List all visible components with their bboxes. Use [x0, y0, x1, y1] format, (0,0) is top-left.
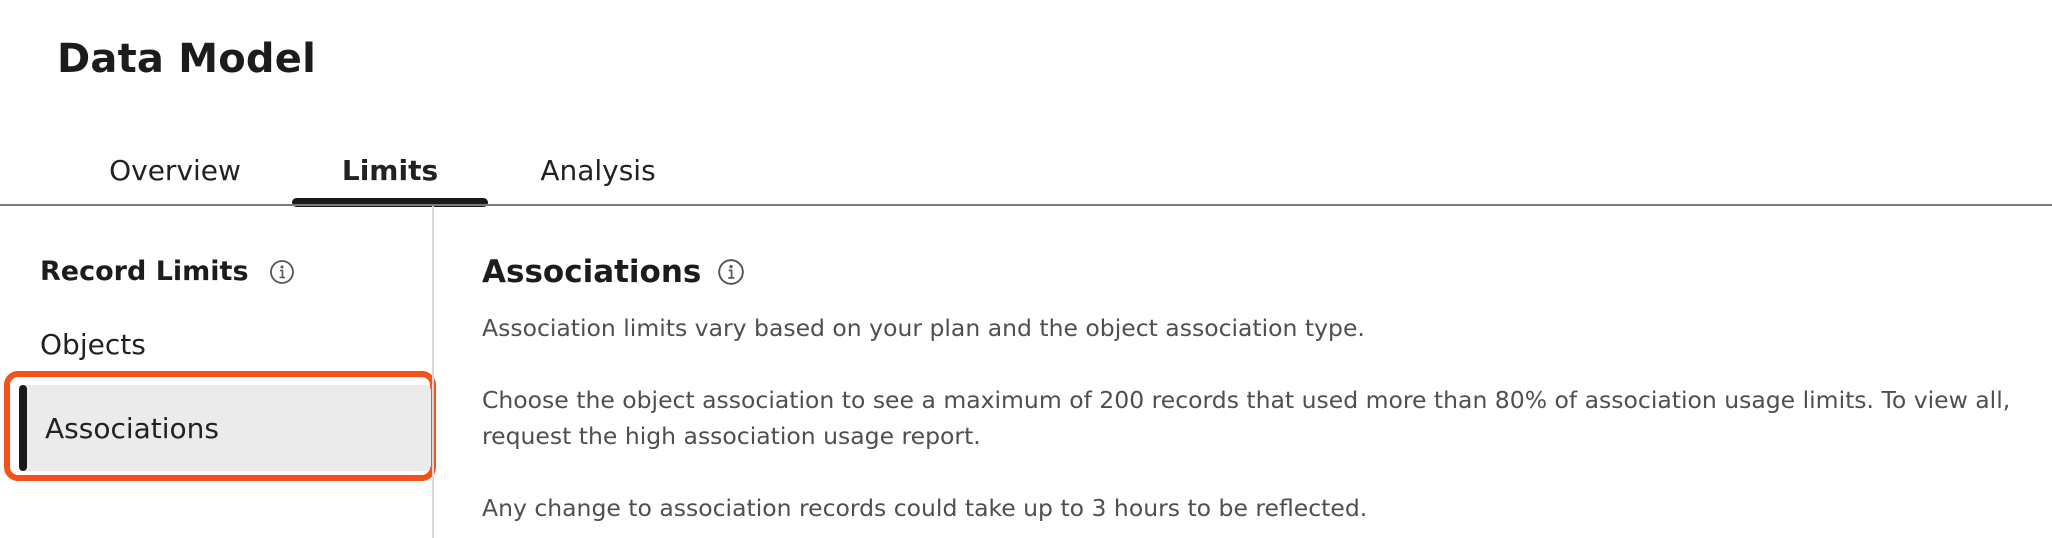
sidebar-heading: Record Limits — [40, 256, 295, 287]
section-title: Associations — [482, 254, 745, 290]
sidebar-item-objects[interactable]: Objects — [40, 328, 146, 361]
tab-limits[interactable]: Limits — [292, 140, 488, 200]
sidebar-item-label: Associations — [45, 411, 220, 445]
section-title-label: Associations — [482, 254, 702, 290]
description-paragraph: Choose the object association to see a m… — [482, 386, 2011, 450]
sidebar: Record Limits Objects Associations — [0, 206, 436, 538]
sidebar-heading-label: Record Limits — [40, 256, 249, 287]
tab-analysis[interactable]: Analysis — [540, 140, 656, 200]
main-content: Associations Association limits vary bas… — [482, 206, 2042, 538]
description-paragraph: Any change to association records could … — [482, 494, 1368, 522]
tab-overview[interactable]: Overview — [109, 140, 241, 200]
page-title: Data Model — [57, 36, 316, 82]
info-icon[interactable] — [717, 258, 745, 286]
active-item-bar — [19, 385, 27, 471]
data-model-page: Data Model Overview Limits Analysis Reco… — [0, 0, 2052, 538]
highlight-outline: Associations — [4, 371, 436, 481]
description-paragraph: Association limits vary based on your pl… — [482, 314, 1365, 342]
sidebar-item-associations[interactable]: Associations — [19, 385, 431, 471]
info-icon[interactable] — [269, 259, 295, 285]
sidebar-divider — [432, 206, 434, 538]
tab-bar: Overview Limits Analysis — [0, 130, 2052, 207]
